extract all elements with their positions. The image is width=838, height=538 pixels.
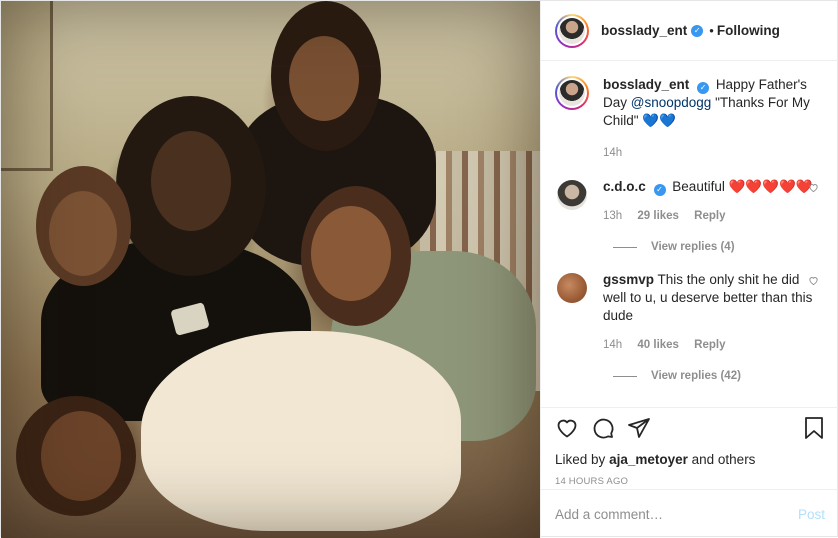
replies-line xyxy=(613,375,637,377)
comment-time[interactable]: 13h xyxy=(603,210,622,222)
separator-dot: • xyxy=(709,23,714,38)
paper-plane-icon[interactable] xyxy=(627,416,651,440)
commenter-username[interactable]: c.d.o.c xyxy=(603,179,646,194)
liked-by-prefix: Liked by xyxy=(555,452,606,467)
instagram-post: bosslady_ent ✓ • Following bosslady_ent … xyxy=(0,0,838,538)
comment-input[interactable] xyxy=(555,506,798,522)
small-heart-icon[interactable] xyxy=(808,182,819,196)
post-comment-button[interactable]: Post xyxy=(798,507,825,522)
post-header: bosslady_ent ✓ • Following xyxy=(541,1,838,61)
commenter-avatar[interactable] xyxy=(557,180,587,210)
comment-likes[interactable]: 40 likes xyxy=(637,339,679,351)
avatar-inner xyxy=(557,78,587,108)
caption-username[interactable]: bosslady_ent xyxy=(603,77,689,92)
comment-body: c.d.o.c ✓ Beautiful ❤️❤️❤️❤️❤️ 13h 29 li… xyxy=(603,178,813,225)
view-replies-label: View replies (42) xyxy=(651,370,741,382)
caption: bosslady_ent ✓ Happy Father's Day @snoop… xyxy=(555,76,823,162)
post-actions: Liked by aja_metoyer and others 14 HOURS… xyxy=(541,407,838,487)
reply-button[interactable]: Reply xyxy=(694,339,725,351)
author-username[interactable]: bosslady_ent xyxy=(601,23,687,38)
verified-icon: ✓ xyxy=(653,184,666,196)
following-button[interactable]: Following xyxy=(717,23,780,38)
comment-likes[interactable]: 29 likes xyxy=(637,210,679,222)
comment-meta: 14h 40 likes Reply xyxy=(603,336,813,354)
post-side-panel: bosslady_ent ✓ • Following bosslady_ent … xyxy=(540,1,838,538)
mention-link[interactable]: @snoopdogg xyxy=(631,95,712,110)
bookmark-icon[interactable] xyxy=(803,416,825,440)
likes-summary: Liked by aja_metoyer and others xyxy=(555,452,825,467)
verified-icon: ✓ xyxy=(697,82,710,94)
caption-avatar[interactable] xyxy=(555,76,589,110)
reply-button[interactable]: Reply xyxy=(694,210,725,222)
heart-outline-icon[interactable] xyxy=(555,416,579,440)
view-replies-button[interactable]: View replies (42) xyxy=(613,370,823,382)
commenter-avatar[interactable] xyxy=(557,273,587,303)
comment-meta: 13h 29 likes Reply xyxy=(603,207,813,225)
avatar-image xyxy=(559,80,585,106)
comments-list[interactable]: bosslady_ent ✓ Happy Father's Day @snoop… xyxy=(541,62,838,407)
add-comment-bar: Post xyxy=(541,489,838,538)
small-heart-icon[interactable] xyxy=(808,275,819,289)
avatar-image xyxy=(559,17,585,44)
verified-icon: ✓ xyxy=(691,24,704,37)
view-replies-button[interactable]: View replies (4) xyxy=(613,241,823,253)
comment-body: gssmvp This the only shit he did well to… xyxy=(603,271,813,354)
view-replies-label: View replies (4) xyxy=(651,241,735,253)
author-avatar[interactable] xyxy=(555,13,589,48)
comment-bubble-icon[interactable] xyxy=(591,416,615,440)
replies-line xyxy=(613,246,637,248)
comment-text: Beautiful xyxy=(672,179,725,194)
avatar-inner xyxy=(557,15,587,46)
header-text: bosslady_ent ✓ • Following xyxy=(601,23,780,38)
liked-by-suffix: and others xyxy=(691,452,756,467)
comment: c.d.o.c ✓ Beautiful ❤️❤️❤️❤️❤️ 13h 29 li… xyxy=(555,178,823,225)
photo-detail xyxy=(1,1,540,538)
post-timestamp[interactable]: 14 HOURS AGO xyxy=(555,476,825,487)
caption-body: bosslady_ent ✓ Happy Father's Day @snoop… xyxy=(603,76,823,162)
post-photo[interactable] xyxy=(1,1,540,538)
commenter-username[interactable]: gssmvp xyxy=(603,272,654,287)
red-hearts-emoji: ❤️❤️❤️❤️❤️ xyxy=(728,179,813,194)
comment: gssmvp This the only shit he did well to… xyxy=(555,271,823,354)
action-icons xyxy=(555,416,825,440)
caption-time[interactable]: 14h xyxy=(603,144,823,162)
blue-hearts-emoji: 💙💙 xyxy=(642,113,676,128)
liked-by-user[interactable]: aja_metoyer xyxy=(609,452,688,467)
comment-time[interactable]: 14h xyxy=(603,339,622,351)
